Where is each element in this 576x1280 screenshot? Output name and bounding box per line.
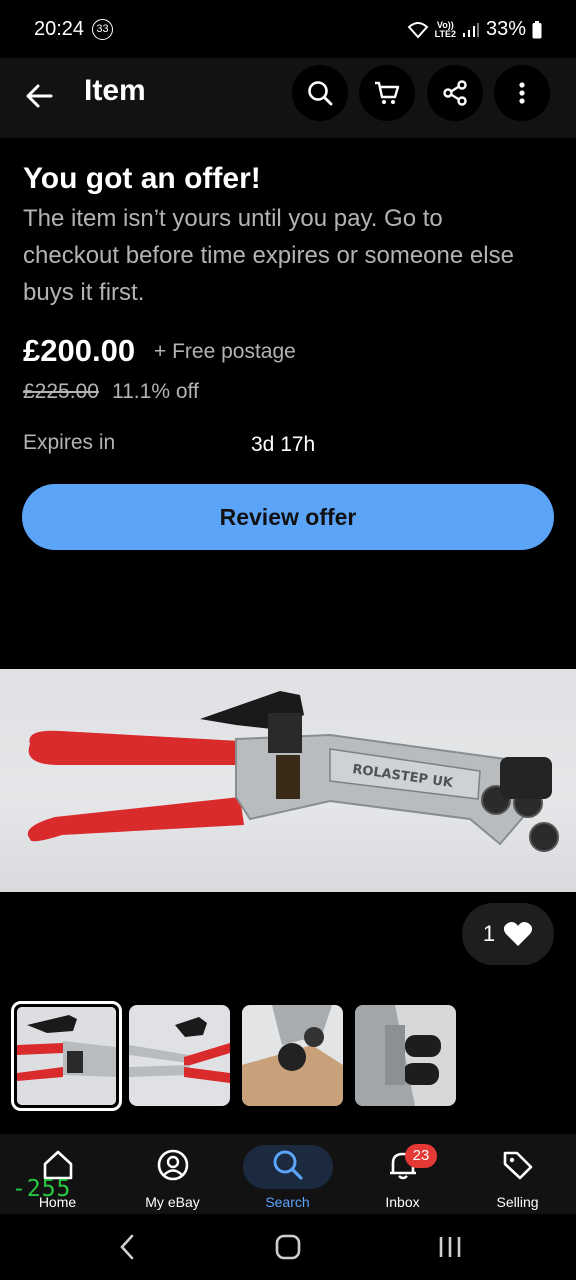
thumbnail-1[interactable]: [11, 1001, 122, 1111]
network-indicator: Vo)) LTE2: [434, 19, 456, 39]
inbox-badge: 23: [405, 1144, 437, 1168]
status-bar: 20:24 33 Vo)) LTE2 33%: [0, 0, 576, 58]
app-bar: Item: [0, 58, 576, 138]
offer-heading: You got an offer!: [23, 162, 261, 195]
battery-percent: 33%: [485, 18, 526, 40]
more-vertical-icon: [519, 82, 525, 104]
expires-value: 3d 17h: [251, 433, 316, 456]
status-right: Vo)) LTE2 33%: [407, 18, 542, 41]
back-arrow-icon[interactable]: [22, 78, 58, 114]
page-title: Item: [84, 74, 146, 107]
watchers-count: 1: [482, 921, 496, 946]
nav-selling[interactable]: Selling: [460, 1134, 575, 1214]
profile-icon: [157, 1149, 188, 1181]
watch-button[interactable]: 1: [462, 903, 554, 965]
discount-percent: 11.1% off: [112, 380, 199, 403]
original-price: £225.00: [23, 380, 99, 403]
system-navigation-bar: [0, 1214, 576, 1280]
system-back-icon[interactable]: [116, 1232, 138, 1267]
nav-my-ebay[interactable]: My eBay: [115, 1134, 230, 1214]
search-icon: [273, 1150, 303, 1180]
notification-count-badge: 33: [92, 19, 113, 40]
postage-info: + Free postage: [154, 340, 296, 363]
cart-icon: [375, 81, 400, 104]
bottom-navigation: Home My eBay Search 23 Inbox Selling: [0, 1134, 576, 1214]
search-icon: [308, 81, 333, 106]
heart-icon: [504, 922, 533, 946]
signal-icon: [462, 22, 479, 37]
nav-inbox[interactable]: 23 Inbox: [345, 1134, 460, 1214]
thumbnail-2[interactable]: [129, 1005, 230, 1106]
review-offer-button[interactable]: Review offer: [22, 484, 554, 550]
wifi-icon: [407, 21, 429, 38]
system-recents-icon[interactable]: [437, 1232, 463, 1267]
expires-label: Expires in: [23, 431, 116, 454]
offer-description: The item isn’t yours until you pay. Go t…: [23, 205, 514, 306]
cart-button[interactable]: [359, 65, 415, 121]
thumbnail-4[interactable]: [355, 1005, 456, 1106]
nav-my-ebay-label: My eBay: [145, 1194, 200, 1210]
share-icon: [443, 80, 467, 106]
nav-selling-label: Selling: [496, 1194, 539, 1210]
tag-icon: [503, 1151, 532, 1180]
debug-overlay-text: -255: [12, 1176, 72, 1202]
more-button[interactable]: [494, 65, 550, 121]
system-home-icon[interactable]: [275, 1232, 301, 1267]
nav-inbox-label: Inbox: [385, 1194, 420, 1210]
thumbnail-strip: [0, 1001, 576, 1111]
search-button[interactable]: [292, 65, 348, 121]
thumbnail-3[interactable]: [242, 1005, 343, 1106]
battery-icon: [532, 20, 542, 38]
product-image[interactable]: ROLASTEP UK: [0, 669, 576, 892]
status-time: 20:24: [34, 18, 85, 40]
share-button[interactable]: [427, 65, 483, 121]
nav-search-label: Search: [265, 1194, 310, 1210]
pliers-illustration: ROLASTEP UK: [27, 691, 559, 852]
nav-search[interactable]: Search: [230, 1134, 345, 1214]
nav-home[interactable]: Home: [0, 1134, 115, 1214]
offer-price: £200.00: [23, 333, 136, 368]
